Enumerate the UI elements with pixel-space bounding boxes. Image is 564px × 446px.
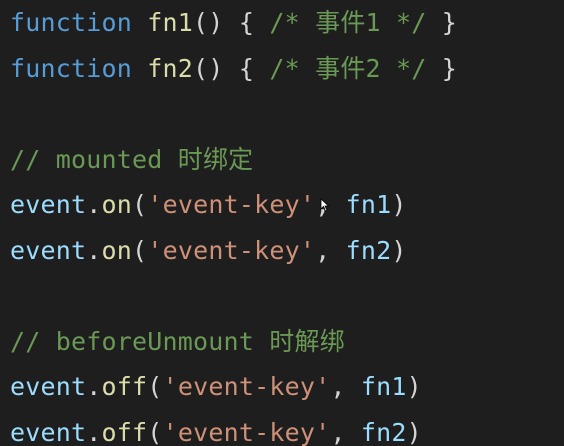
method-token: on — [101, 190, 133, 219]
code-line-5: event.on('event-key', fn1) — [10, 182, 564, 228]
method-token: off — [101, 417, 148, 446]
paren-close-token: ) — [391, 235, 407, 265]
comma-token: , — [315, 235, 331, 265]
argument-token: fn2 — [345, 235, 392, 265]
comment-token: /* 事件1 */ — [269, 8, 427, 37]
comment-token: // beforeUnmount 时解绑 — [10, 326, 345, 356]
comment-token: /* 事件2 */ — [269, 53, 427, 83]
string-token: 'event-key' — [147, 190, 316, 219]
code-line-7-blank — [10, 273, 564, 319]
code-line-1: function fn1() { /* 事件1 */ } — [10, 0, 564, 46]
object-token: event — [10, 235, 87, 265]
argument-token: fn1 — [360, 372, 407, 401]
paren-close-token: ) — [391, 190, 407, 219]
keyword-token: function — [10, 8, 133, 37]
dot-token: . — [86, 372, 102, 401]
code-line-8: // beforeUnmount 时解绑 — [10, 319, 564, 365]
brace-open-token: { — [238, 53, 255, 83]
method-token: off — [101, 372, 148, 401]
argument-token: fn1 — [345, 190, 392, 219]
comma-token: , — [330, 372, 346, 401]
code-line-9: event.off('event-key', fn1) — [10, 364, 564, 410]
code-line-2: function fn2() { /* 事件2 */ } — [10, 46, 564, 92]
brace-close-token: } — [441, 53, 458, 83]
paren-open-token: ( — [147, 372, 163, 401]
object-token: event — [10, 372, 87, 401]
paren-close-token: ) — [406, 372, 422, 401]
function-name-token: fn2 — [147, 53, 194, 83]
brace-open-token: { — [238, 8, 255, 37]
paren-open-token: ( — [147, 417, 163, 446]
code-line-6: event.on('event-key', fn2) — [10, 228, 564, 274]
brace-close-token: } — [441, 8, 458, 37]
dot-token: . — [86, 417, 102, 446]
code-line-10: event.off('event-key', fn2) — [10, 410, 564, 446]
method-token: on — [101, 235, 133, 265]
keyword-token: function — [10, 53, 133, 83]
paren-open-token: ( — [132, 235, 148, 265]
dot-token: . — [86, 190, 102, 219]
dot-token: . — [86, 235, 102, 265]
string-token: 'event-key' — [147, 235, 316, 265]
paren-open-token: ( — [132, 190, 148, 219]
object-token: event — [10, 417, 87, 446]
parens-token: () — [193, 8, 224, 37]
string-token: 'event-key' — [162, 372, 331, 401]
argument-token: fn2 — [360, 417, 407, 446]
function-name-token: fn1 — [147, 8, 194, 37]
code-line-4: // mounted 时绑定 — [10, 137, 564, 183]
parens-token: () — [193, 53, 224, 83]
comma-token: , — [330, 417, 346, 446]
code-line-3-blank — [10, 91, 564, 137]
object-token: event — [10, 190, 87, 219]
paren-close-token: ) — [406, 417, 422, 446]
mouse-pointer-icon — [320, 198, 330, 212]
code-editor[interactable]: function fn1() { /* 事件1 */ } function fn… — [0, 0, 564, 446]
comment-token: // mounted 时绑定 — [10, 144, 254, 174]
string-token: 'event-key' — [162, 417, 331, 446]
